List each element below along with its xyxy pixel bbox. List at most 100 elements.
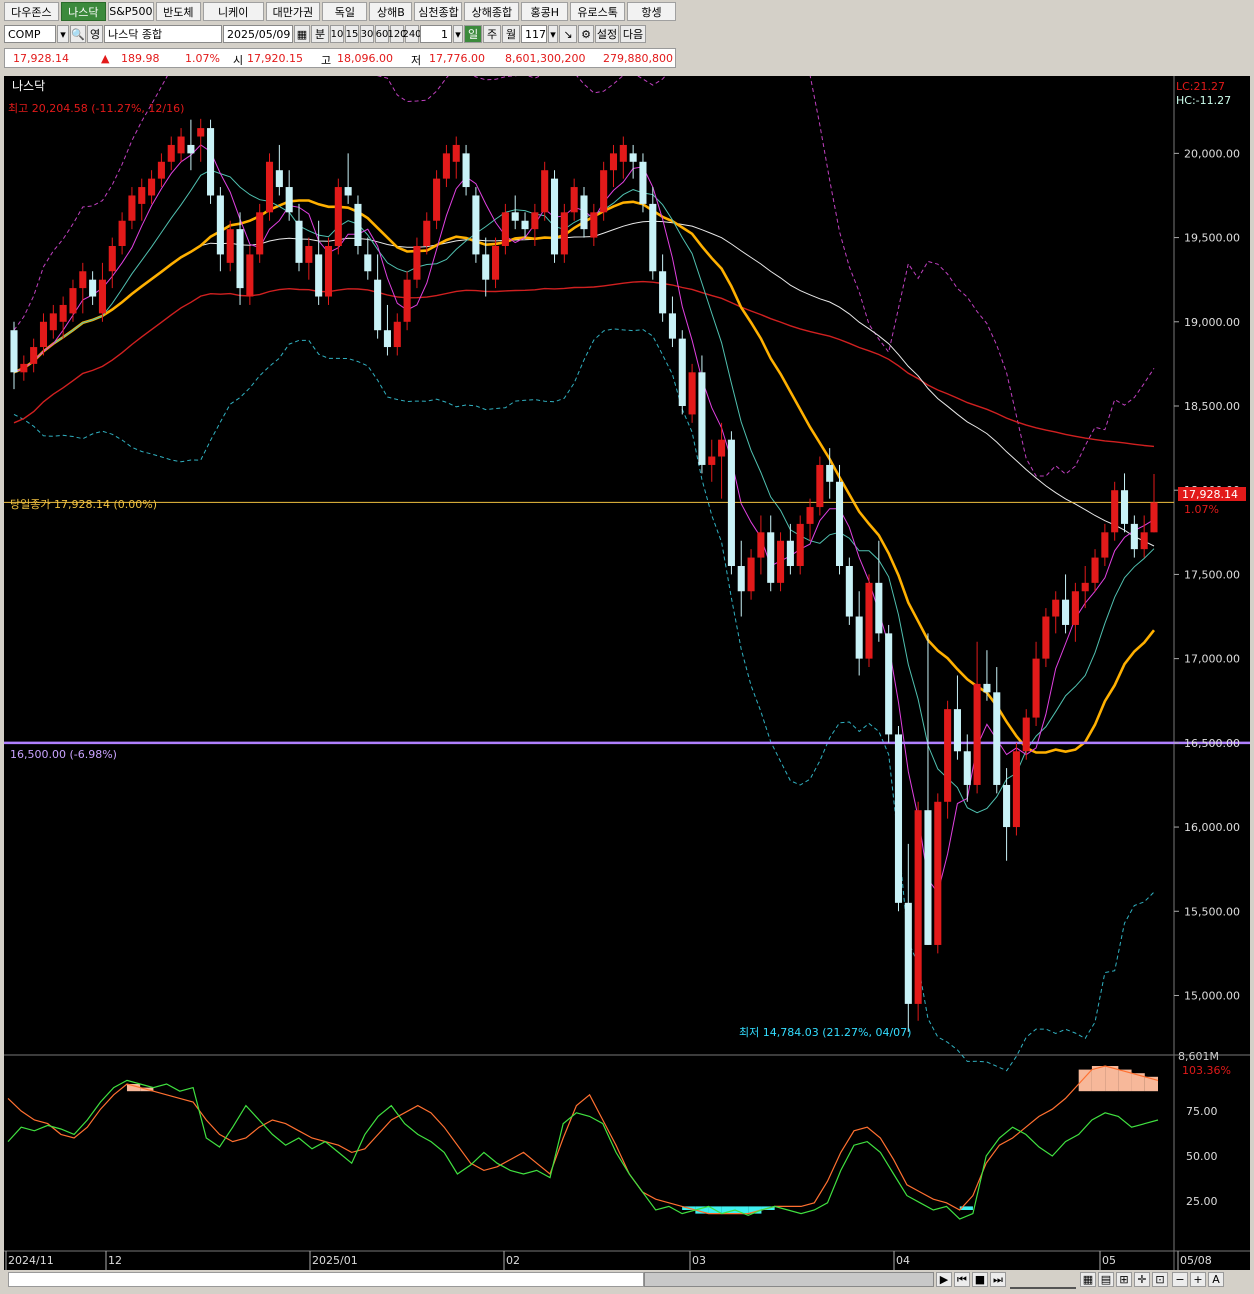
- candle-body[interactable]: [659, 271, 667, 314]
- scroll-track[interactable]: [8, 1272, 644, 1287]
- candle-body[interactable]: [904, 902, 912, 1004]
- zoom-in-icon[interactable]: +: [1190, 1272, 1206, 1287]
- draw-tool-icon[interactable]: ↘: [559, 25, 577, 43]
- tab-10[interactable]: 홍콩H: [521, 2, 569, 21]
- tab-5[interactable]: 대만가권: [265, 2, 321, 21]
- candle-body[interactable]: [826, 464, 834, 482]
- code-input[interactable]: COMP: [4, 25, 56, 43]
- zoom-out-icon[interactable]: −: [1172, 1272, 1188, 1287]
- minute-button-15[interactable]: 15: [345, 25, 359, 43]
- candle-body[interactable]: [118, 220, 126, 246]
- gear-icon[interactable]: ⚙: [578, 25, 594, 43]
- calendar-icon[interactable]: ▦: [294, 25, 310, 43]
- tab-8[interactable]: 심천종합: [414, 2, 463, 21]
- candle-body[interactable]: [649, 203, 657, 272]
- candle-body[interactable]: [560, 212, 568, 255]
- grid-icon[interactable]: ▦: [1080, 1272, 1096, 1287]
- layout-icon[interactable]: ⊞: [1116, 1272, 1132, 1287]
- candle-body[interactable]: [452, 144, 460, 162]
- crosshair-icon[interactable]: ✛: [1134, 1272, 1150, 1287]
- candle-body[interactable]: [39, 321, 48, 348]
- period-day-button[interactable]: 일: [464, 25, 482, 43]
- bars-input[interactable]: 117: [521, 25, 547, 43]
- scroll-thumb[interactable]: [644, 1272, 934, 1287]
- candle-body[interactable]: [207, 128, 215, 196]
- candle-body[interactable]: [69, 288, 77, 314]
- candle-body[interactable]: [334, 187, 342, 246]
- count-input[interactable]: 1: [420, 25, 452, 43]
- candle-body[interactable]: [285, 187, 293, 213]
- stop-icon[interactable]: ■: [972, 1272, 988, 1287]
- candle-body[interactable]: [177, 136, 185, 154]
- candle-body[interactable]: [256, 212, 264, 255]
- candle-body[interactable]: [442, 153, 450, 179]
- candle-body[interactable]: [953, 709, 961, 752]
- candle-body[interactable]: [531, 212, 539, 230]
- candle-body[interactable]: [511, 212, 519, 221]
- search-icon[interactable]: 🔍: [70, 25, 86, 43]
- candle-body[interactable]: [983, 683, 991, 693]
- candle-body[interactable]: [737, 566, 745, 592]
- tab-3[interactable]: 반도체: [155, 2, 201, 21]
- candle-body[interactable]: [374, 279, 382, 331]
- candle-body[interactable]: [108, 246, 116, 272]
- candle-body[interactable]: [344, 187, 352, 196]
- candle-body[interactable]: [236, 229, 244, 289]
- candle-body[interactable]: [875, 582, 883, 634]
- candle-body[interactable]: [806, 507, 814, 524]
- tab-11[interactable]: 유로스톡: [570, 2, 626, 21]
- candle-body[interactable]: [98, 279, 106, 314]
- tab-4[interactable]: 니케이: [202, 2, 264, 21]
- candle-body[interactable]: [855, 616, 863, 659]
- candle-body[interactable]: [364, 254, 372, 272]
- candle-body[interactable]: [10, 330, 18, 373]
- candle-body[interactable]: [265, 161, 274, 213]
- jump-start-icon[interactable]: ⏮: [954, 1272, 970, 1287]
- candle-body[interactable]: [187, 144, 195, 154]
- zoom-slider[interactable]: [1010, 1272, 1076, 1289]
- candle-body[interactable]: [295, 220, 303, 263]
- candle-body[interactable]: [757, 532, 765, 558]
- candle-body[interactable]: [973, 683, 981, 785]
- candle-body[interactable]: [934, 801, 942, 945]
- candle-body[interactable]: [963, 751, 971, 785]
- chart-type-icon[interactable]: ▤: [1098, 1272, 1114, 1287]
- candle-body[interactable]: [747, 557, 755, 592]
- candle-body[interactable]: [148, 178, 156, 196]
- candle-body[interactable]: [324, 246, 333, 297]
- price-chart-panel[interactable]: 20,000.0019,500.0019,000.0018,500.0018,0…: [4, 76, 1250, 1270]
- candle-body[interactable]: [59, 304, 67, 322]
- candle-body[interactable]: [1140, 532, 1148, 550]
- indicator-icon[interactable]: ⊡: [1152, 1272, 1168, 1287]
- candle-body[interactable]: [246, 254, 254, 297]
- candle-body[interactable]: [727, 439, 735, 566]
- candle-body[interactable]: [521, 220, 529, 230]
- candle-body[interactable]: [423, 220, 431, 246]
- candle-body[interactable]: [924, 810, 932, 945]
- candle-body[interactable]: [894, 734, 903, 903]
- candle-body[interactable]: [1101, 532, 1109, 558]
- candle-body[interactable]: [1150, 502, 1158, 533]
- candle-body[interactable]: [492, 246, 500, 280]
- candle-body[interactable]: [816, 464, 824, 508]
- candle-body[interactable]: [845, 566, 853, 617]
- candle-body[interactable]: [835, 481, 844, 566]
- lang-button[interactable]: 영: [87, 25, 103, 43]
- tab-6[interactable]: 독일: [322, 2, 368, 21]
- candle-body[interactable]: [157, 161, 165, 179]
- price-chart-svg[interactable]: 20,000.0019,500.0019,000.0018,500.0018,0…: [4, 76, 1250, 1270]
- candle-body[interactable]: [993, 692, 1001, 785]
- period-month-button[interactable]: 월: [502, 25, 520, 43]
- candle-body[interactable]: [698, 372, 706, 465]
- candle-body[interactable]: [1052, 599, 1060, 617]
- candle-body[interactable]: [383, 330, 391, 348]
- tab-9[interactable]: 상해종합: [464, 2, 520, 21]
- candle-body[interactable]: [1032, 658, 1040, 718]
- candle-body[interactable]: [688, 372, 696, 415]
- tab-0[interactable]: 다우존스: [4, 2, 59, 21]
- candle-body[interactable]: [708, 456, 716, 465]
- candle-body[interactable]: [1022, 717, 1030, 752]
- candle-body[interactable]: [777, 540, 785, 583]
- candle-body[interactable]: [482, 254, 490, 280]
- candle-body[interactable]: [1042, 616, 1050, 659]
